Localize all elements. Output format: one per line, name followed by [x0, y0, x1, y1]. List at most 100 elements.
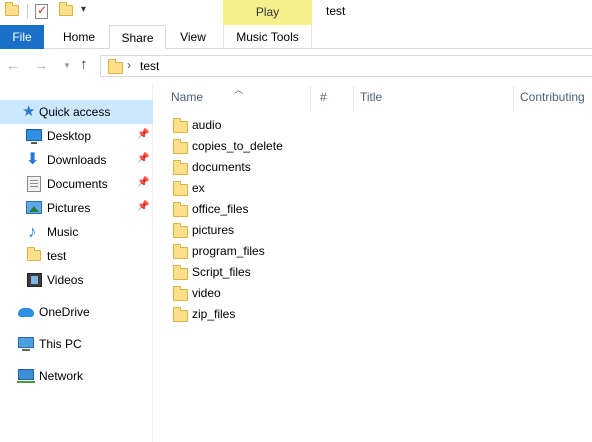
folder-icon	[173, 265, 188, 280]
file-name: audio	[192, 118, 222, 132]
sidebar-item-downloads[interactable]: ⬇ Downloads 📌	[0, 148, 153, 172]
desktop-icon	[26, 129, 42, 144]
sidebar-item-this-pc[interactable]: This PC	[0, 332, 153, 356]
tab-home[interactable]: Home	[53, 25, 105, 49]
list-item[interactable]: program_files	[170, 241, 570, 262]
customize-toolbar-chevron-down-icon[interactable]: ▾	[81, 4, 86, 15]
pin-icon[interactable]: 📌	[137, 129, 149, 140]
sidebar-item-test[interactable]: test	[0, 244, 153, 268]
pin-icon[interactable]: 📌	[137, 153, 149, 164]
folder-icon	[173, 307, 188, 322]
music-icon: ♪	[28, 222, 37, 241]
column-header-contributing[interactable]: Contributing	[520, 90, 585, 104]
properties-icon[interactable]	[35, 3, 48, 19]
title-bar: ▾ Play test	[0, 0, 592, 25]
file-name: video	[192, 286, 221, 300]
folder-icon	[173, 244, 188, 259]
folder-icon	[108, 59, 123, 74]
breadcrumb-chevron-right-icon[interactable]: ›	[127, 58, 131, 72]
ribbon-tab-row: File Home Share View Music Tools	[0, 25, 592, 50]
file-name: copies_to_delete	[192, 139, 283, 153]
file-name: documents	[192, 160, 251, 174]
sidebar-item-label: Quick access	[39, 105, 111, 119]
onedrive-icon	[18, 305, 34, 317]
sidebar-item-label: This PC	[39, 337, 82, 351]
pictures-icon	[26, 201, 42, 214]
videos-icon	[27, 273, 42, 287]
sidebar-item-label: Pictures	[47, 201, 91, 215]
sidebar-item-label: Desktop	[47, 129, 92, 143]
file-name: pictures	[192, 223, 235, 237]
documents-icon	[27, 176, 41, 192]
sidebar-item-label: Documents	[47, 177, 108, 191]
folder-icon	[173, 286, 188, 301]
file-name: office_files	[192, 202, 249, 216]
column-divider[interactable]	[513, 86, 514, 110]
sidebar-item-music[interactable]: ♪ Music	[0, 220, 153, 244]
list-item[interactable]: office_files	[170, 199, 570, 220]
pin-icon[interactable]: 📌	[137, 177, 149, 188]
list-item[interactable]: video	[170, 283, 570, 304]
folder-icon	[173, 139, 188, 154]
navigation-pane: ★ Quick access Desktop 📌 ⬇ Downloads 📌 D…	[0, 83, 153, 442]
contextual-tab-header-play: Play	[223, 0, 312, 25]
tab-file[interactable]: File	[0, 25, 44, 49]
this-pc-icon	[18, 336, 34, 351]
pin-icon[interactable]: 📌	[137, 201, 149, 212]
list-item[interactable]: documents	[170, 157, 570, 178]
sidebar-item-network[interactable]: Network	[0, 364, 153, 388]
file-name: ex	[192, 181, 205, 195]
file-name: Script_files	[192, 265, 251, 279]
file-list-pane: ︿ Name # Title Contributing audio copies…	[154, 83, 592, 442]
sidebar-item-documents[interactable]: Documents 📌	[0, 172, 153, 196]
tab-music-tools[interactable]: Music Tools	[223, 25, 312, 49]
folder-icon	[173, 223, 188, 238]
breadcrumb-test[interactable]: test	[140, 59, 159, 73]
list-item[interactable]: audio	[170, 115, 570, 136]
sidebar-item-onedrive[interactable]: OneDrive	[0, 300, 153, 324]
folder-icon	[27, 247, 41, 261]
sidebar-item-label: Videos	[47, 273, 84, 287]
new-folder-icon[interactable]	[59, 2, 73, 16]
tab-share[interactable]: Share	[109, 25, 166, 50]
sort-ascending-chevron-up-icon: ︿	[234, 85, 244, 95]
column-header-name[interactable]: Name	[171, 90, 203, 104]
up-arrow-icon[interactable]: ↑	[80, 56, 88, 73]
list-item[interactable]: ex	[170, 178, 570, 199]
folder-icon	[173, 181, 188, 196]
sidebar-item-label: Music	[47, 225, 79, 239]
network-icon	[17, 368, 35, 383]
sidebar-item-label: test	[47, 249, 67, 263]
address-row: ← → ▼ ↑ › test	[0, 49, 592, 83]
recent-locations-chevron-down-icon[interactable]: ▼	[63, 61, 71, 70]
column-divider[interactable]	[353, 86, 354, 110]
list-item[interactable]: copies_to_delete	[170, 136, 570, 157]
tab-view[interactable]: View	[168, 25, 218, 49]
downloads-icon: ⬇	[26, 151, 40, 168]
sidebar-item-label: OneDrive	[39, 305, 90, 319]
back-arrow-icon[interactable]: ←	[6, 57, 20, 73]
sidebar-item-label: Downloads	[47, 153, 107, 167]
list-item[interactable]: pictures	[170, 220, 570, 241]
file-name: zip_files	[192, 307, 236, 321]
sidebar-item-videos[interactable]: Videos	[0, 268, 153, 292]
address-bar[interactable]: › test	[100, 55, 592, 77]
list-item[interactable]: zip_files	[170, 304, 570, 325]
sidebar-item-label: Network	[39, 369, 84, 383]
sidebar-item-quick-access[interactable]: ★ Quick access	[0, 100, 153, 124]
folder-icon	[173, 160, 188, 175]
list-item[interactable]: Script_files	[170, 262, 570, 283]
quick-access-toolbar-separator	[27, 4, 28, 19]
forward-arrow-icon[interactable]: →	[34, 57, 48, 73]
column-divider[interactable]	[310, 86, 311, 110]
folder-icon	[173, 118, 188, 133]
folder-icon[interactable]	[5, 2, 19, 16]
column-header-number[interactable]: #	[320, 90, 327, 104]
window-title: test	[326, 4, 346, 18]
sidebar-item-pictures[interactable]: Pictures 📌	[0, 196, 153, 220]
file-name: program_files	[192, 244, 265, 258]
column-header-title[interactable]: Title	[360, 90, 382, 104]
sidebar-item-desktop[interactable]: Desktop 📌	[0, 124, 153, 148]
folder-icon	[173, 202, 188, 217]
star-icon: ★	[22, 103, 36, 120]
